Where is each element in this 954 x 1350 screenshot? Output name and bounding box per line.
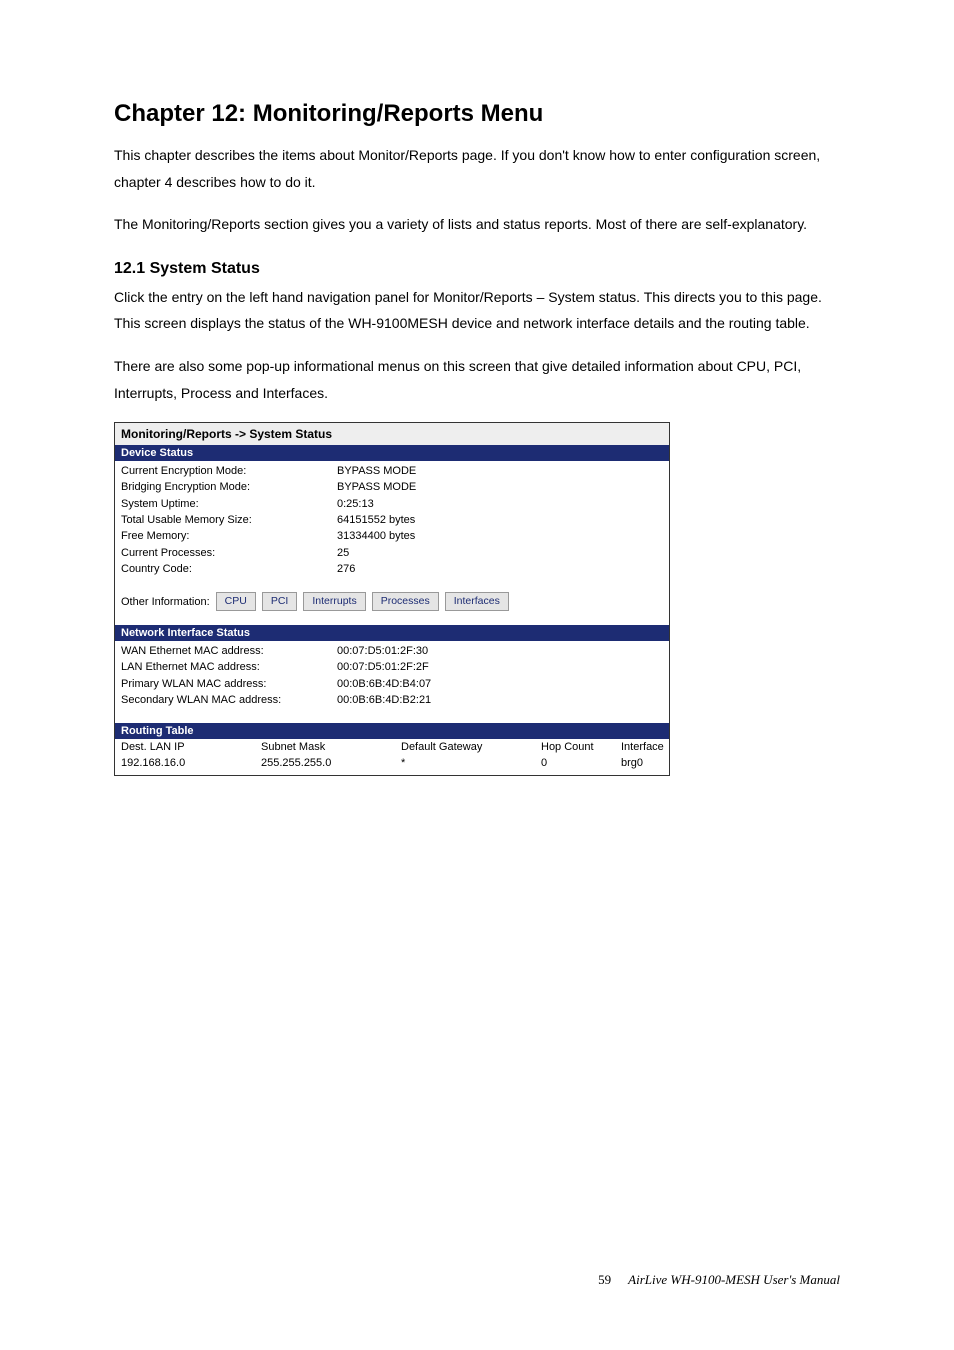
para-12-1-b: There are also some pop-up informational… [114,353,840,406]
kv-label: Secondary WLAN MAC address: [121,693,337,709]
kv-value: 00:0B:6B:4D:B2:21 [337,693,663,709]
col-dest-lan-ip: Dest. LAN IP [121,741,261,753]
kv-value: 25 [337,546,663,562]
device-status-band: Device Status [115,445,669,461]
kv-value: 64151552 bytes [337,513,663,529]
processes-button[interactable]: Processes [372,592,439,611]
device-status-list: Current Encryption Mode:BYPASS MODE Brid… [115,461,669,578]
cell-hop-count: 0 [541,757,621,769]
network-interface-status-band: Network Interface Status [115,625,669,641]
page-footer: 59 AirLive WH-9100-MESH User's Manual [598,1272,840,1288]
pci-button[interactable]: PCI [262,592,298,611]
col-subnet-mask: Subnet Mask [261,741,401,753]
kv-value: 00:07:D5:01:2F:2F [337,660,663,676]
para-intro-2: The Monitoring/Reports section gives you… [114,211,840,238]
routing-table-band: Routing Table [115,723,669,739]
page-number: 59 [598,1272,611,1287]
col-default-gateway: Default Gateway [401,741,541,753]
other-information-label: Other Information: [121,596,210,608]
cell-interface: brg0 [621,757,663,769]
kv-label: Current Encryption Mode: [121,464,337,480]
kv-label: Country Code: [121,562,337,578]
network-interface-list: WAN Ethernet MAC address:00:07:D5:01:2F:… [115,641,669,723]
kv-label: Current Processes: [121,546,337,562]
kv-value: 00:0B:6B:4D:B4:07 [337,677,663,693]
kv-value: 0:25:13 [337,497,663,513]
col-hop-count: Hop Count [541,741,621,753]
para-intro-1: This chapter describes the items about M… [114,142,840,195]
section-title-12-1: 12.1 System Status [114,260,840,278]
kv-label: Bridging Encryption Mode: [121,480,337,496]
interrupts-button[interactable]: Interrupts [303,592,365,611]
interfaces-button[interactable]: Interfaces [445,592,509,611]
kv-label: Free Memory: [121,529,337,545]
panel-breadcrumb: Monitoring/Reports -> System Status [115,423,669,445]
kv-value: BYPASS MODE [337,464,663,480]
cell-default-gateway: * [401,757,541,769]
cpu-button[interactable]: CPU [216,592,256,611]
system-status-panel: Monitoring/Reports -> System Status Devi… [114,422,670,776]
kv-label: Total Usable Memory Size: [121,513,337,529]
kv-value: BYPASS MODE [337,480,663,496]
routing-table-header: Dest. LAN IP Subnet Mask Default Gateway… [115,739,669,755]
kv-label: System Uptime: [121,497,337,513]
kv-label: Primary WLAN MAC address: [121,677,337,693]
routing-table-row: 192.168.16.0 255.255.255.0 * 0 brg0 [115,755,669,775]
cell-dest-lan-ip: 192.168.16.0 [121,757,261,769]
page: Chapter 12: Monitoring/Reports Menu This… [0,0,954,1350]
col-interface: Interface [621,741,664,753]
kv-value: 00:07:D5:01:2F:30 [337,644,663,660]
kv-label: LAN Ethernet MAC address: [121,660,337,676]
kv-value: 276 [337,562,663,578]
kv-value: 31334400 bytes [337,529,663,545]
kv-label: WAN Ethernet MAC address: [121,644,337,660]
other-information-row: Other Information: CPU PCI Interrupts Pr… [115,578,669,625]
doc-title: AirLive WH-9100-MESH User's Manual [628,1272,840,1287]
para-12-1-a: Click the entry on the left hand navigat… [114,284,840,337]
cell-subnet-mask: 255.255.255.0 [261,757,401,769]
chapter-title: Chapter 12: Monitoring/Reports Menu [114,100,840,128]
